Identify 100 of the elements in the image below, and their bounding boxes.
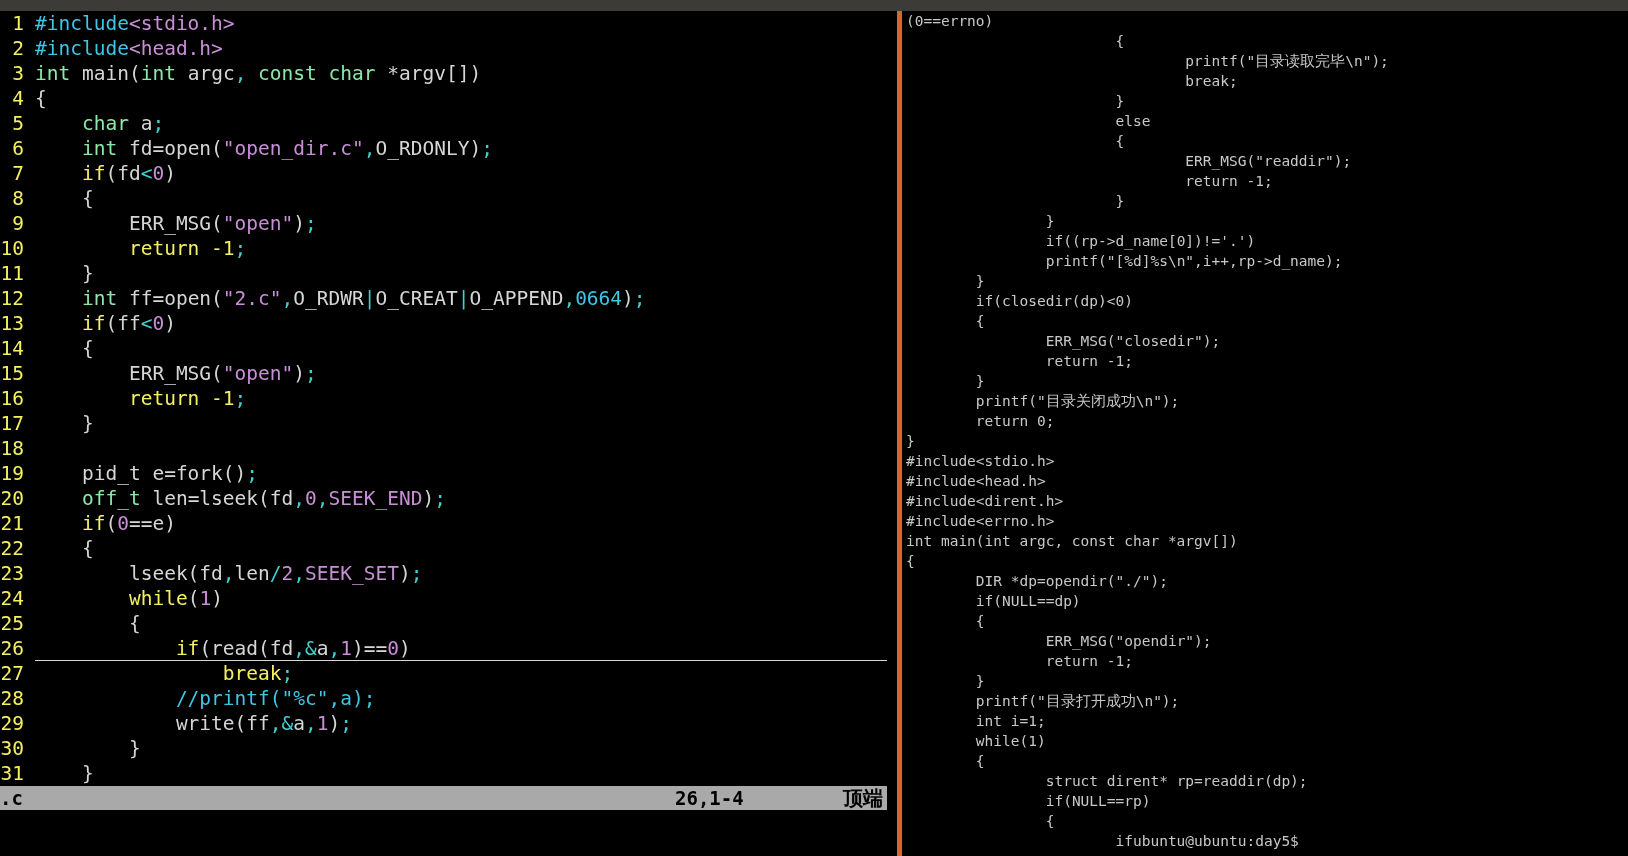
- terminal-line: return -1;: [1044, 352, 1134, 371]
- terminal-line: {: [1114, 32, 1126, 51]
- code-line: {: [80, 186, 95, 211]
- line-number: 21: [0, 511, 24, 536]
- terminal-line: if(closedir(dp)<0): [974, 292, 1134, 311]
- terminal-line: printf("目录关闭成功\n");: [974, 392, 1181, 411]
- line-number: 3: [11, 61, 24, 86]
- terminal-line: {: [1044, 812, 1056, 831]
- code-line: pid_t e=fork();: [80, 461, 260, 486]
- file-name: .c: [0, 787, 24, 809]
- line-number: 5: [11, 111, 24, 136]
- terminal-line: {: [1114, 132, 1126, 151]
- line-number: 11: [0, 261, 24, 286]
- terminal-line: else: [1114, 112, 1152, 131]
- terminal-line: }: [1044, 212, 1056, 231]
- code-line: }: [80, 411, 95, 436]
- line-number: 6: [11, 136, 24, 161]
- terminal-line: {: [974, 612, 986, 631]
- terminal-line: #include<errno.h>: [906, 512, 1056, 531]
- line-number: 10: [0, 236, 24, 261]
- code-line: ERR_MSG("open");: [127, 211, 318, 236]
- code-line: off_t len=lseek(fd,0,SEEK_END);: [80, 486, 447, 511]
- code-line: {: [80, 336, 95, 361]
- line-number: 29: [0, 711, 24, 736]
- code-line: }: [127, 736, 142, 761]
- code-line: {: [35, 86, 48, 111]
- code-line: return -1;: [127, 236, 248, 261]
- terminal-line: DIR *dp=opendir("./");: [974, 572, 1169, 591]
- terminal-line: ERR_MSG("opendir");: [1044, 632, 1213, 651]
- terminal-line: return -1;: [1184, 172, 1274, 191]
- code-line: {: [80, 536, 95, 561]
- line-number: 23: [0, 561, 24, 586]
- line-number: 12: [0, 286, 24, 311]
- code-line: while(1): [127, 586, 224, 611]
- terminal-line: return 0;: [974, 412, 1056, 431]
- code-line: #include<head.h>: [35, 36, 224, 61]
- line-number: 16: [0, 386, 24, 411]
- line-number: 20: [0, 486, 24, 511]
- code-line: int fd=open("open_dir.c",O_RDONLY);: [80, 136, 494, 161]
- line-number: 15: [0, 361, 24, 386]
- code-line: char a;: [80, 111, 166, 136]
- code-line: }: [80, 761, 95, 786]
- terminal-line: if((rp->d_name[0])!='.'): [1044, 232, 1257, 251]
- line-number: 18: [0, 436, 24, 461]
- terminal-line: ERR_MSG("readdir");: [1184, 152, 1353, 171]
- line-number: 14: [0, 336, 24, 361]
- terminal-line: }: [906, 432, 916, 451]
- line-number: 27: [0, 661, 24, 686]
- line-number: 13: [0, 311, 24, 336]
- terminal-line: while(1): [974, 732, 1047, 751]
- code-line: if(read(fd,&a,1)==0): [35, 636, 887, 661]
- code-line: return -1;: [127, 386, 248, 411]
- terminal-line: break;: [1184, 72, 1239, 91]
- code-line: {: [127, 611, 142, 636]
- line-number: 9: [11, 211, 24, 236]
- code-line: write(ff,&a,1);: [174, 711, 354, 736]
- terminal-line: int main(int argc, const char *argv[]): [906, 532, 1239, 551]
- terminal-line: int i=1;: [974, 712, 1047, 731]
- terminal-line: #include<stdio.h>: [906, 452, 1056, 471]
- terminal-line: }: [974, 372, 986, 391]
- cursor-position: 26,1-4: [675, 787, 745, 809]
- line-number: 28: [0, 686, 24, 711]
- terminal-line: (0==errno): [906, 12, 995, 31]
- line-number: 31: [0, 761, 24, 786]
- terminal-line: }: [974, 672, 986, 691]
- line-number: 1: [11, 11, 24, 36]
- code-line: if(0==e): [80, 511, 177, 536]
- terminal-line: if(NULL==dp): [974, 592, 1082, 611]
- terminal-line: #include<dirent.h>: [906, 492, 1065, 511]
- code-line: int ff=open("2.c",O_RDWR|O_CREAT|O_APPEND,0664);: [80, 286, 647, 311]
- terminal-line: ifubuntu@ubuntu:day5$: [1114, 832, 1300, 851]
- line-number: 24: [0, 586, 24, 611]
- code-line: //printf("%c",a);: [174, 686, 377, 711]
- line-number: 7: [11, 161, 24, 186]
- code-line: break;: [221, 661, 295, 686]
- code-line: if(fd<0): [80, 161, 177, 186]
- terminal-line: }: [1114, 192, 1126, 211]
- terminal-line: struct dirent* rp=readdir(dp);: [1044, 772, 1309, 791]
- line-number: 2: [11, 36, 24, 61]
- scroll-position: 顶端: [843, 784, 884, 812]
- terminal-line: }: [974, 272, 986, 291]
- terminal-line: {: [974, 312, 986, 331]
- terminal-line: ERR_MSG("closedir");: [1044, 332, 1222, 351]
- terminal-line: #include<head.h>: [906, 472, 1047, 491]
- line-number: 30: [0, 736, 24, 761]
- line-number: 26: [0, 636, 24, 661]
- terminal-line: {: [906, 552, 916, 571]
- code-line: }: [80, 261, 95, 286]
- terminal-line: {: [974, 752, 986, 771]
- line-number: 8: [11, 186, 24, 211]
- terminal-line: printf("目录打开成功\n");: [974, 692, 1181, 711]
- code-line: ERR_MSG("open");: [127, 361, 318, 386]
- line-number: 22: [0, 536, 24, 561]
- code-line: #include<stdio.h>: [35, 11, 236, 36]
- line-number: 25: [0, 611, 24, 636]
- terminal-line: printf("目录读取完毕\n");: [1184, 52, 1390, 71]
- line-number: 17: [0, 411, 24, 436]
- line-number: 4: [11, 86, 24, 111]
- code-line: lseek(fd,len/2,SEEK_SET);: [127, 561, 424, 586]
- terminal-line: }: [1114, 92, 1126, 111]
